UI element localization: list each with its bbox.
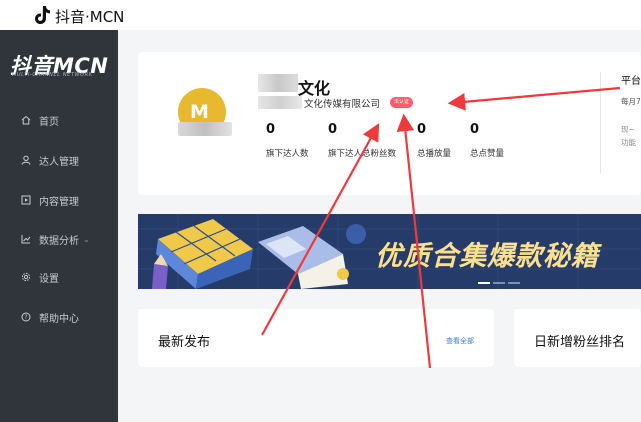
sidebar-item-label: 数据分析 [39,235,79,247]
chart-icon [21,235,31,244]
blurred-avatar-label [178,122,232,136]
company-name: 文化传媒有限公司 [304,99,381,110]
view-all-link[interactable]: 查看全部 [446,336,474,346]
sidebar-item-analytics[interactable]: 数据分析 ⌄ [0,227,118,251]
brand-subtitle: MULTI-CHANNEL NETWORK [12,72,93,78]
platform-text: 每月7 [621,97,641,106]
help-icon: ? [21,312,31,322]
sidebar-item-content[interactable]: 内容管理 [0,188,118,212]
sidebar-item-label: 达人管理 [39,156,79,168]
sidebar-item-label: 内容管理 [39,196,79,208]
divider [600,72,601,174]
platform-text: 现~ [621,125,635,134]
stat-likes-label: 总点赞量 [470,149,505,159]
status-badge[interactable]: 未认证 [390,97,414,108]
carousel-dot[interactable] [478,282,490,284]
blurred-company [258,96,302,109]
sidebar-item-settings[interactable]: 设置 [0,265,118,289]
svg-text:?: ? [24,314,27,321]
profile-card: M 文化 文化传媒有限公司 未认证 0 旗下达人数 0 旗下达人总粉丝数 0 总… [138,52,641,195]
stat-likes: 0 [470,122,480,137]
top-header: 抖音·MCN [0,0,641,30]
stat-plays: 0 [417,122,427,137]
stat-plays-label: 总播放量 [417,149,452,159]
stat-talent-count-label: 旗下达人数 [266,149,309,159]
home-icon [21,115,31,125]
gear-icon [21,272,31,282]
sidebar-item-home[interactable]: 首页 [0,108,118,132]
stat-talent-count: 0 [266,122,276,137]
sidebar-item-label: 首页 [39,116,59,128]
avatar-letter: M [190,101,209,123]
chevron-down-icon: ⌄ [83,234,90,244]
platform-text: 功能 [621,138,636,147]
fan-ranking-panel: 日新增粉丝排名 [514,309,641,367]
promo-banner[interactable]: 优质合集爆款秘籍 [138,214,641,289]
sidebar: 抖音MCN MULTI-CHANNEL NETWORK 首页 达人管理 内容管理… [0,30,118,422]
blurred-name [258,74,298,92]
carousel-dot[interactable] [493,282,505,284]
tiktok-icon [35,6,50,24]
app-title: 抖音·MCN [55,8,125,26]
sidebar-item-label: 设置 [39,273,59,285]
banner-title: 优质合集爆款秘籍 [375,241,599,272]
platform-title: 平台 [621,76,641,87]
sidebar-item-talent[interactable]: 达人管理 [0,148,118,172]
content-icon [21,195,31,205]
sidebar-item-help[interactable]: ? 帮助中心 [0,305,118,329]
stat-fans-count: 0 [328,122,338,137]
stat-fans-count-label: 旗下达人总粉丝数 [328,149,397,159]
sidebar-item-label: 帮助中心 [39,313,79,325]
panel-title: 日新增粉丝排名 [534,335,626,350]
carousel-dots[interactable] [478,282,520,284]
user-icon [21,155,31,165]
latest-release-panel: 最新发布 查看全部 [138,309,494,367]
panel-title: 最新发布 [158,335,211,350]
carousel-dot[interactable] [508,282,520,284]
